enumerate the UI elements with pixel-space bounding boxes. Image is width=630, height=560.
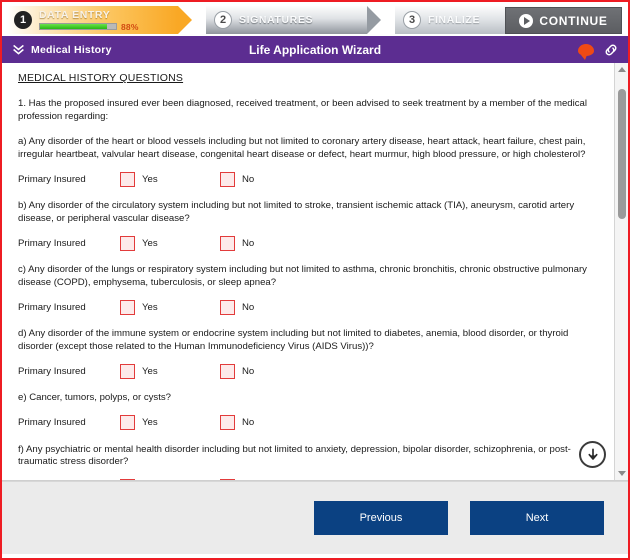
- question-text: e) Cancer, tumors, polyps, or cysts?: [18, 392, 172, 403]
- scrollbar-up-arrow-icon[interactable]: [615, 63, 628, 76]
- step-3-textblock: FINALIZE: [428, 14, 480, 26]
- double-chevron-down-icon: [12, 43, 25, 56]
- arrow-down-circle-icon[interactable]: [579, 441, 606, 468]
- progress-fill: [40, 24, 107, 29]
- progress-track: [39, 23, 117, 30]
- answer-row-label: Primary Insured: [18, 417, 86, 428]
- questions-list: a) Any disorder of the heart or blood ve…: [18, 136, 602, 480]
- question-block: c) Any disorder of the lungs or respirat…: [18, 264, 602, 315]
- step-3-number: 3: [403, 11, 421, 29]
- option-no-label: No: [242, 237, 255, 249]
- step-1-chevron-point: [178, 6, 192, 34]
- checkbox-no-d[interactable]: [220, 363, 235, 379]
- application-window: 1 DATA ENTRY 88% 2 SIGNATURES 3 FINALIZE…: [0, 0, 630, 560]
- progress-percent-label: 88%: [121, 21, 139, 32]
- step-2-textblock: SIGNATURES: [239, 14, 313, 26]
- option-no-label: No: [242, 417, 255, 428]
- option-yes: Yes: [120, 479, 220, 480]
- chain-link-icon[interactable]: [603, 42, 619, 58]
- option-yes: Yes: [120, 299, 220, 315]
- continue-button[interactable]: CONTINUE: [505, 7, 622, 34]
- content-scrollbar[interactable]: [614, 63, 628, 480]
- question-text: b) Any disorder of the circulatory syste…: [18, 200, 575, 224]
- scrollbar-thumb[interactable]: [618, 89, 626, 219]
- option-yes: Yes: [120, 415, 220, 430]
- option-yes-label: Yes: [142, 301, 158, 313]
- option-yes: Yes: [120, 235, 220, 251]
- checkbox-yes-d[interactable]: [120, 363, 135, 379]
- option-no-label: No: [242, 301, 255, 313]
- content-area: MEDICAL HISTORY QUESTIONS 1. Has the pro…: [2, 63, 628, 481]
- step-3-label: FINALIZE: [428, 14, 481, 26]
- option-yes: Yes: [120, 171, 220, 187]
- next-button[interactable]: Next: [470, 501, 604, 535]
- lead-question: 1. Has the proposed insured ever been di…: [18, 98, 588, 122]
- footer-bar: Previous Next: [2, 481, 628, 554]
- wizard-step-data-entry[interactable]: 1 DATA ENTRY 88%: [6, 6, 192, 34]
- step-1-label: DATA ENTRY: [39, 8, 111, 21]
- section-toggle[interactable]: Medical History: [12, 43, 112, 56]
- answer-row: Primary Insured Yes No: [18, 299, 602, 315]
- option-no-label: No: [242, 173, 255, 185]
- checkbox-yes-a[interactable]: [120, 171, 135, 187]
- step-2-chevron-point: [367, 6, 381, 34]
- questions-scroll-region: MEDICAL HISTORY QUESTIONS 1. Has the pro…: [2, 63, 614, 480]
- question-text: a) Any disorder of the heart or blood ve…: [18, 136, 586, 160]
- question-block: f) Any psychiatric or mental health diso…: [18, 443, 602, 480]
- section-name-label: Medical History: [31, 43, 112, 56]
- answer-row-label: Primary Insured: [18, 237, 86, 249]
- option-no: No: [220, 479, 254, 480]
- section-heading: MEDICAL HISTORY QUESTIONS: [18, 72, 184, 84]
- question-block: a) Any disorder of the heart or blood ve…: [18, 136, 602, 187]
- option-no: No: [220, 171, 255, 187]
- wizard-title-bar: Medical History Life Application Wizard: [2, 36, 628, 63]
- option-yes-label: Yes: [142, 173, 158, 185]
- option-yes-label: Yes: [142, 417, 158, 428]
- step-2-label: SIGNATURES: [239, 14, 314, 26]
- option-yes-label: Yes: [142, 237, 158, 249]
- answer-row-label: Primary Insured: [18, 365, 86, 377]
- step-1-progress: 88%: [39, 22, 139, 32]
- answer-row: Primary Insured Yes No: [18, 235, 602, 251]
- answer-row: Primary InsuredYesNo: [18, 479, 602, 480]
- wizard-step-bar: 1 DATA ENTRY 88% 2 SIGNATURES 3 FINALIZE…: [2, 2, 628, 36]
- option-no: No: [220, 235, 255, 251]
- checkbox-no-f[interactable]: [220, 479, 235, 480]
- option-no-label: No: [242, 365, 255, 377]
- answer-row-label: Primary Insured: [18, 173, 86, 185]
- checkbox-no-e[interactable]: [220, 415, 235, 430]
- question-text: d) Any disorder of the immune system or …: [18, 328, 569, 352]
- checkbox-no-b[interactable]: [220, 235, 235, 251]
- checkbox-no-a[interactable]: [220, 171, 235, 187]
- wizard-step-signatures[interactable]: 2 SIGNATURES: [206, 6, 381, 34]
- chat-bubble-icon[interactable]: [578, 43, 594, 60]
- checkbox-yes-c[interactable]: [120, 299, 135, 315]
- scrollbar-down-arrow-icon[interactable]: [615, 467, 628, 480]
- answer-row: Primary Insured Yes No: [18, 171, 602, 187]
- option-yes-label: Yes: [142, 365, 158, 377]
- checkbox-yes-e[interactable]: [120, 415, 135, 430]
- previous-button[interactable]: Previous: [314, 501, 448, 535]
- option-no: No: [220, 363, 255, 379]
- checkbox-yes-f[interactable]: [120, 479, 135, 480]
- checkbox-yes-b[interactable]: [120, 235, 135, 251]
- question-block: d) Any disorder of the immune system or …: [18, 328, 602, 379]
- title-bar-icons: [578, 42, 619, 60]
- question-text: c) Any disorder of the lungs or respirat…: [18, 264, 587, 288]
- step-2-number: 2: [214, 11, 232, 29]
- question-block: b) Any disorder of the circulatory syste…: [18, 200, 602, 251]
- step-1-number: 1: [14, 11, 32, 29]
- answer-row: Primary Insured Yes No: [18, 415, 602, 431]
- option-yes: Yes: [120, 363, 220, 379]
- question-block: e) Cancer, tumors, polyps, or cysts? Prim…: [18, 392, 602, 431]
- answer-row: Primary Insured Yes No: [18, 363, 602, 379]
- option-no: No: [220, 415, 254, 430]
- answer-row-label: Primary Insured: [18, 301, 86, 313]
- step-1-textblock: DATA ENTRY 88%: [39, 9, 139, 32]
- checkbox-no-c[interactable]: [220, 299, 235, 315]
- arrow-right-circle-icon: [519, 13, 534, 28]
- option-no: No: [220, 299, 255, 315]
- continue-button-label: CONTINUE: [539, 13, 608, 28]
- question-text: f) Any psychiatric or mental health diso…: [18, 443, 571, 468]
